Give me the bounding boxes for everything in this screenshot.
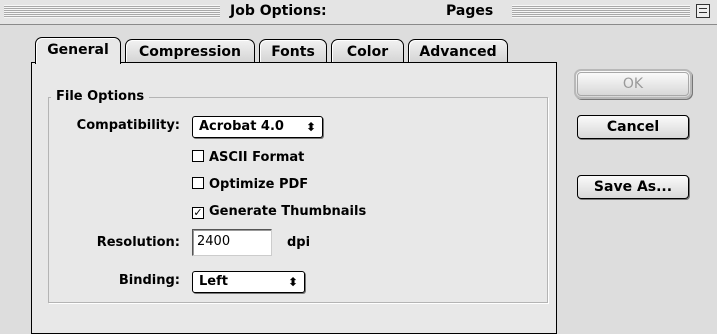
cancel-button-label: Cancel [606, 119, 660, 135]
tab-advanced[interactable]: Advanced [408, 39, 508, 64]
checkbox-box[interactable] [192, 150, 204, 162]
window-title: Job Options: [230, 3, 327, 19]
tab-fonts[interactable]: Fonts [259, 39, 327, 64]
save-as-button[interactable]: Save As... [577, 175, 689, 199]
ok-button[interactable]: OK [577, 72, 689, 96]
checkbox-box[interactable] [192, 177, 204, 189]
compatibility-label: Compatibility: [76, 118, 180, 133]
binding-value: Left [199, 274, 228, 289]
tab-color[interactable]: Color [331, 39, 404, 64]
updown-arrow-icon: ⬍ [305, 120, 317, 134]
tab-compression[interactable]: Compression [125, 39, 255, 64]
checkbox-label: Generate Thumbnails [209, 204, 367, 219]
checkbox-optimize-pdf[interactable]: Optimize PDF [192, 177, 308, 192]
resolution-unit: dpi [287, 235, 311, 250]
general-tab-panel: File Options Compatibility: Acrobat 4.0 … [31, 62, 557, 334]
checkbox-label: Optimize PDF [209, 177, 309, 192]
checkbox-box-checked[interactable]: ✓ [192, 207, 204, 219]
window-subtitle: Pages [440, 3, 500, 19]
resolution-label: Resolution: [96, 235, 180, 250]
tab-advanced-label: Advanced [419, 44, 497, 60]
tab-color-label: Color [346, 44, 389, 60]
tab-compression-label: Compression [139, 44, 241, 60]
tab-general[interactable]: General [35, 37, 121, 66]
file-options-legend: File Options [51, 89, 150, 104]
zoom-box-icon[interactable] [696, 4, 710, 18]
compatibility-value: Acrobat 4.0 [199, 119, 284, 134]
resolution-value: 2400 [197, 234, 231, 249]
compatibility-popup[interactable]: Acrobat 4.0 ⬍ [192, 116, 323, 138]
tab-general-label: General [47, 42, 109, 58]
resolution-input[interactable]: 2400 [192, 229, 272, 256]
updown-arrow-icon: ⬍ [287, 275, 299, 289]
title-bar-stripes-left [4, 5, 220, 18]
title-bar-stripes-right [512, 5, 690, 18]
binding-popup[interactable]: Left ⬍ [192, 271, 305, 293]
checkbox-label: ASCII Format [209, 150, 305, 165]
window-title-bar[interactable]: Job Options: Pages [0, 0, 717, 25]
checkbox-ascii-format[interactable]: ASCII Format [192, 150, 304, 165]
checkbox-generate-thumbnails[interactable]: ✓ Generate Thumbnails [192, 204, 366, 219]
cancel-button[interactable]: Cancel [577, 115, 689, 139]
binding-label: Binding: [118, 273, 180, 288]
ok-button-label: OK [622, 76, 644, 92]
save-as-button-label: Save As... [593, 179, 673, 195]
tab-fonts-label: Fonts [271, 44, 315, 60]
